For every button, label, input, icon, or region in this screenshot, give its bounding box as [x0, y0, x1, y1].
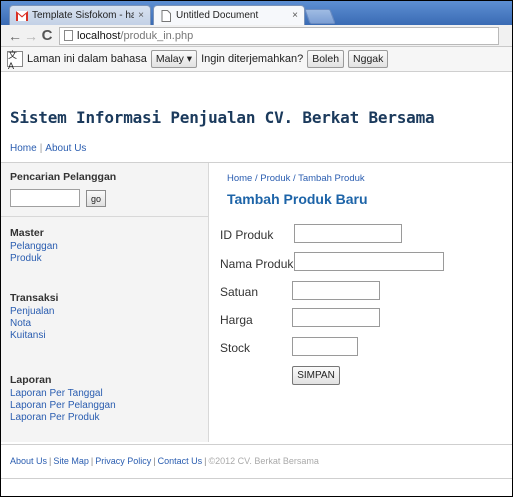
- nama-produk-input[interactable]: [294, 252, 444, 271]
- field-label-satuan: Satuan: [220, 285, 259, 299]
- simpan-button[interactable]: SIMPAN: [292, 366, 340, 385]
- tab-close-icon[interactable]: ×: [292, 10, 298, 21]
- tab-label: Template Sisfokom - hamide: [32, 10, 134, 21]
- browser-window: Template Sisfokom - hamide × Untitled Do…: [0, 0, 513, 497]
- top-nav: Home | About Us: [10, 143, 86, 154]
- address-bar[interactable]: localhost/produk_in.php: [59, 26, 499, 45]
- footer-separator: |: [153, 456, 156, 466]
- tab-strip: Template Sisfokom - hamide × Untitled Do…: [1, 1, 512, 25]
- stock-input[interactable]: [292, 337, 358, 356]
- field-label-harga: Harga: [220, 313, 253, 327]
- sidebar-item-nota[interactable]: Nota: [10, 318, 31, 329]
- translate-yes-button[interactable]: Boleh: [307, 50, 345, 68]
- translate-icon: 文A: [7, 50, 23, 71]
- search-heading: Pencarian Pelanggan: [10, 171, 117, 183]
- url-path: /produk_in.php: [120, 29, 194, 42]
- tab-label: Untitled Document: [176, 10, 259, 21]
- footer-separator: |: [49, 456, 52, 466]
- language-select[interactable]: Malay ▾: [150, 50, 198, 68]
- page-icon: [160, 9, 172, 22]
- footer-separator: |: [204, 456, 207, 466]
- translate-question: Ingin diterjemahkan?: [201, 53, 304, 65]
- back-arrow-icon[interactable]: ←: [7, 28, 23, 44]
- laporan-heading: Laporan: [10, 374, 52, 386]
- page-title: Tambah Produk Baru: [227, 191, 368, 207]
- footer-separator: |: [90, 456, 94, 466]
- nav-separator: |: [39, 143, 43, 154]
- search-go-button[interactable]: go: [86, 190, 106, 207]
- reload-icon[interactable]: C: [39, 27, 55, 44]
- new-tab-button[interactable]: [304, 9, 336, 24]
- customer-search-input[interactable]: [10, 189, 80, 207]
- harga-input[interactable]: [292, 308, 380, 327]
- nav-link-about-us[interactable]: About Us: [45, 143, 86, 154]
- divider: [1, 478, 512, 479]
- footer: About Us | Site Map | Privacy Policy | Contact…: [10, 456, 319, 466]
- forward-arrow-icon[interactable]: →: [23, 28, 39, 44]
- footer-link-site-map[interactable]: Site Map: [53, 456, 89, 466]
- sidebar-item-kuitansi[interactable]: Kuitansi: [10, 330, 46, 341]
- translate-message: Laman ini dalam bahasa: [27, 53, 147, 65]
- sidebar-divider: [1, 216, 209, 217]
- field-label-id-produk: ID Produk: [220, 228, 274, 242]
- sidebar-item-pelanggan[interactable]: Pelanggan: [10, 241, 58, 252]
- tab-template-sisfokom[interactable]: Template Sisfokom - hamide ×: [9, 5, 151, 25]
- footer-link-about-us[interactable]: About Us: [10, 456, 47, 466]
- breadcrumb: Home / Produk / Tambah Produk: [227, 173, 365, 184]
- id-produk-input[interactable]: [294, 224, 402, 243]
- satuan-input[interactable]: [292, 281, 380, 300]
- tab-untitled-document[interactable]: Untitled Document ×: [153, 5, 305, 25]
- browser-toolbar: ← → C localhost/produk_in.php: [1, 25, 512, 47]
- field-label-nama-produk: Nama Produk: [220, 257, 294, 271]
- divider: [1, 444, 512, 445]
- sidebar-item-laporan-produk[interactable]: Laporan Per Produk: [10, 412, 100, 423]
- page-icon: [64, 30, 73, 41]
- transaksi-heading: Transaksi: [10, 292, 59, 304]
- sidebar-item-penjualan[interactable]: Penjualan: [10, 306, 54, 317]
- gmail-icon: [16, 10, 28, 22]
- copyright-text: ©2012 CV. Berkat Bersama: [208, 456, 319, 466]
- footer-link-privacy-policy[interactable]: Privacy Policy: [95, 456, 151, 466]
- footer-link-contact-us[interactable]: Contact Us: [158, 456, 203, 466]
- url-host: localhost: [77, 29, 121, 42]
- translate-infobar: 文A Laman ini dalam bahasa Malay ▾ Ingin …: [1, 47, 512, 72]
- translate-no-button[interactable]: Nggak: [348, 50, 389, 68]
- field-label-stock: Stock: [220, 341, 251, 355]
- sidebar-item-laporan-tanggal[interactable]: Laporan Per Tanggal: [10, 388, 103, 399]
- sidebar-item-produk[interactable]: Produk: [10, 253, 42, 264]
- nav-link-home[interactable]: Home: [10, 143, 37, 154]
- tab-close-icon[interactable]: ×: [138, 10, 144, 21]
- master-heading: Master: [10, 227, 44, 239]
- sidebar-item-laporan-pelanggan[interactable]: Laporan Per Pelanggan: [10, 400, 116, 411]
- site-title: Sistem Informasi Penjualan CV. Berkat Be…: [10, 108, 435, 127]
